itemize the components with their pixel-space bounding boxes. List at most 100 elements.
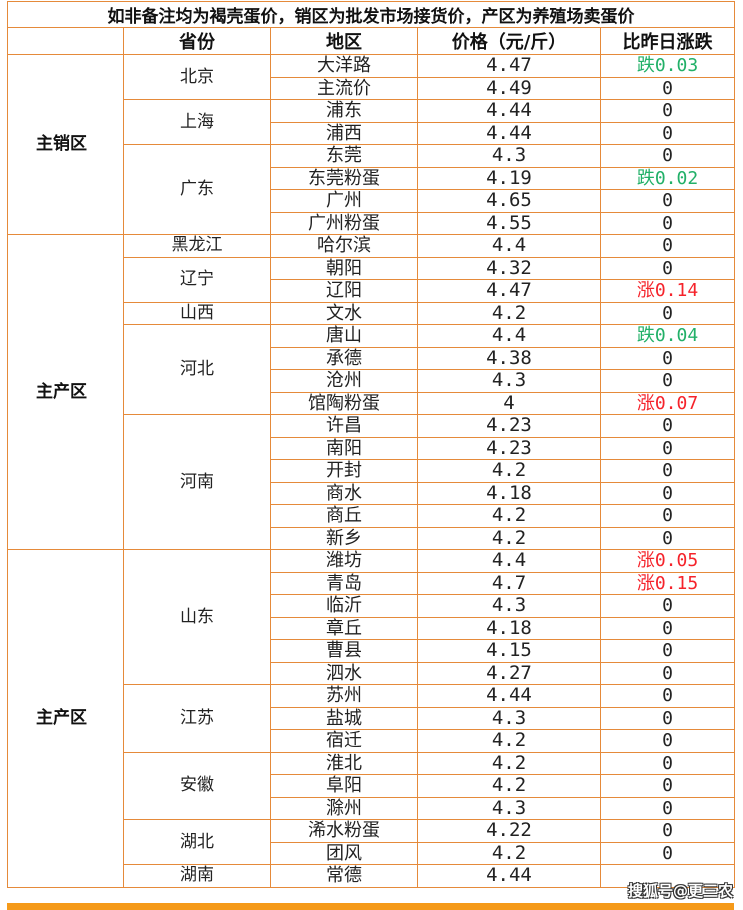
price-cell: 4.3 [417, 594, 601, 618]
province-cell: 河南 [123, 414, 271, 550]
area-cell: 阜阳 [270, 774, 418, 798]
area-cell: 商水 [270, 481, 418, 505]
change-cell: 0 [599, 189, 736, 213]
area-cell: 广州 [270, 189, 418, 213]
zone-cell: 主产区 [7, 549, 124, 888]
area-cell: 宿迁 [270, 729, 418, 753]
price-cell: 4.2 [417, 841, 601, 865]
price-cell: 4.18 [417, 481, 601, 505]
area-cell: 浦西 [270, 121, 418, 145]
price-cell: 4.65 [417, 189, 601, 213]
change-cell: 0 [599, 751, 736, 775]
area-cell: 朝阳 [270, 256, 418, 280]
header-province: 省份 [123, 27, 271, 55]
change-cell: 0 [599, 144, 736, 168]
price-cell: 4.4 [417, 234, 601, 258]
price-cell: 4.15 [417, 639, 601, 663]
change-cell: 涨0.15 [599, 571, 736, 595]
price-cell: 4.2 [417, 504, 601, 528]
price-cell: 4.32 [417, 256, 601, 280]
zone-cell: 主产区 [7, 234, 124, 550]
change-cell: 0 [599, 504, 736, 528]
header-area: 地区 [270, 27, 418, 55]
area-cell: 馆陶粉蛋 [270, 391, 418, 415]
change-cell: 涨0.07 [599, 391, 736, 415]
area-cell: 哈尔滨 [270, 234, 418, 258]
area-cell: 常德 [270, 864, 418, 888]
table-row: 主产区 黑龙江 哈尔滨 4.4 0 [7, 234, 736, 550]
price-cell: 4.3 [417, 796, 601, 820]
area-cell: 盐城 [270, 706, 418, 730]
change-cell: 涨0.14 [599, 279, 736, 303]
change-cell: 0 [599, 774, 736, 798]
province-cell: 广东 [123, 144, 271, 235]
header-row: 省份 地区 价格（元/斤） 比昨日涨跌 [7, 27, 736, 55]
area-cell: 淮北 [270, 751, 418, 775]
province-cell: 黑龙江 [123, 234, 271, 258]
change-cell: 0 [599, 369, 736, 393]
zone-cell: 主销区 [7, 54, 124, 235]
province-cell: 河北 [123, 324, 271, 415]
title-row: 如非备注均为褐壳蛋价，销区为批发市场接货价，产区为养殖场卖蛋价 [6, 1, 736, 28]
egg-price-table: 如非备注均为褐壳蛋价，销区为批发市场接货价，产区为养殖场卖蛋价 省份 地区 价格… [6, 1, 736, 888]
change-cell: 0 [599, 796, 736, 820]
price-cell: 4.3 [417, 144, 601, 168]
header-price: 价格（元/斤） [417, 27, 601, 55]
province-cell: 湖北 [123, 819, 271, 865]
change-cell: 0 [599, 414, 736, 438]
price-cell: 4.18 [417, 616, 601, 640]
area-cell: 青岛 [270, 571, 418, 595]
change-cell: 0 [599, 684, 736, 708]
header-change: 比昨日涨跌 [599, 27, 736, 55]
price-cell: 4.7 [417, 571, 601, 595]
area-cell: 辽阳 [270, 279, 418, 303]
area-cell: 主流价 [270, 76, 418, 100]
change-cell: 0 [599, 301, 736, 325]
area-cell: 东莞 [270, 144, 418, 168]
area-cell: 承德 [270, 346, 418, 370]
area-cell: 南阳 [270, 436, 418, 460]
change-cell: 0 [599, 616, 736, 640]
area-cell: 新乡 [270, 526, 418, 550]
price-cell: 4.2 [417, 751, 601, 775]
change-cell: 跌0.02 [599, 166, 736, 190]
change-cell: 0 [599, 459, 736, 483]
price-cell: 4.27 [417, 661, 601, 685]
change-cell: 0 [599, 346, 736, 370]
table-title: 如非备注均为褐壳蛋价，销区为批发市场接货价，产区为养殖场卖蛋价 [6, 1, 736, 28]
area-cell: 大洋路 [270, 54, 418, 78]
change-cell: 0 [599, 481, 736, 505]
area-cell: 曹县 [270, 639, 418, 663]
change-cell: 0 [599, 729, 736, 753]
area-cell: 泗水 [270, 661, 418, 685]
area-cell: 浠水粉蛋 [270, 819, 418, 843]
price-cell: 4.23 [417, 436, 601, 460]
change-cell: 0 [599, 841, 736, 865]
change-cell: 涨0.05 [599, 549, 736, 573]
bottom-accent-bar [7, 903, 734, 910]
price-cell: 4.22 [417, 819, 601, 843]
price-cell: 4.2 [417, 526, 601, 550]
change-cell: 跌0.04 [599, 324, 736, 348]
area-cell: 唐山 [270, 324, 418, 348]
change-cell: 0 [599, 661, 736, 685]
header-zone [7, 27, 124, 55]
price-cell: 4.2 [417, 729, 601, 753]
province-cell: 湖南 [123, 864, 271, 888]
price-cell: 4.2 [417, 459, 601, 483]
price-cell: 4.55 [417, 211, 601, 235]
area-cell: 临沂 [270, 594, 418, 618]
price-cell: 4.38 [417, 346, 601, 370]
province-cell: 安徽 [123, 751, 271, 820]
change-cell: 0 [599, 99, 736, 123]
area-cell: 商丘 [270, 504, 418, 528]
province-cell: 辽宁 [123, 256, 271, 303]
change-cell: 0 [599, 594, 736, 618]
change-cell: 0 [599, 639, 736, 663]
price-cell: 4.2 [417, 774, 601, 798]
area-cell: 团风 [270, 841, 418, 865]
province-cell: 山西 [123, 301, 271, 325]
change-cell: 0 [599, 256, 736, 280]
price-cell: 4.44 [417, 684, 601, 708]
price-cell: 4.47 [417, 279, 601, 303]
